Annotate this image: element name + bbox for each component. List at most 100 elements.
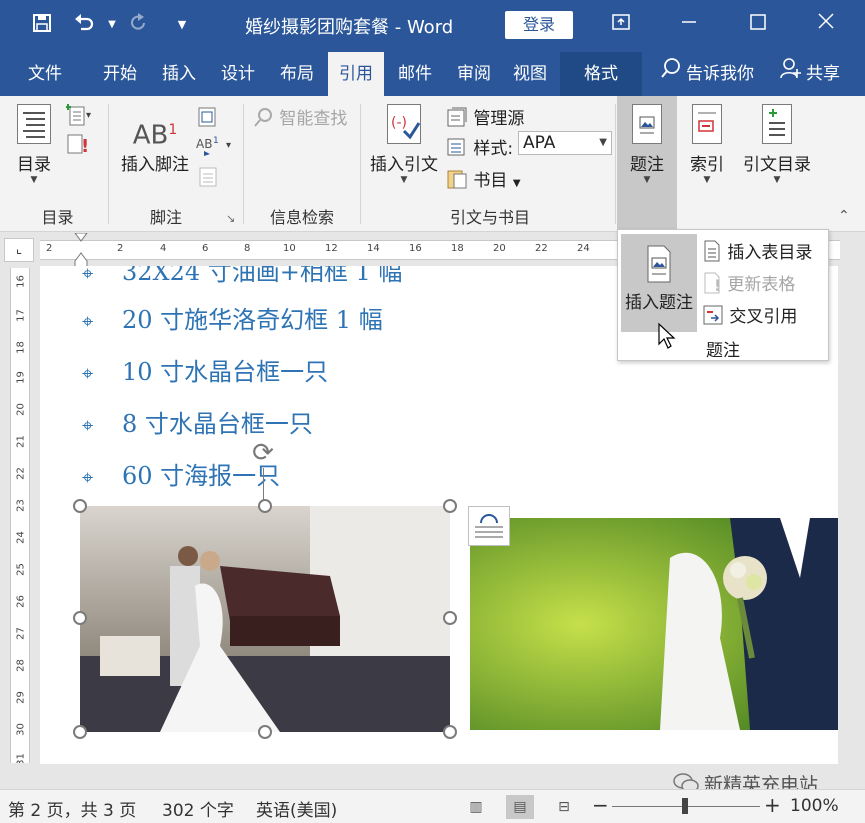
bullet-icon: ⌖ xyxy=(82,413,94,437)
insert-citation-label: 插入引文 xyxy=(370,155,438,175)
insert-table-of-figures-item[interactable]: 插入表目录 xyxy=(702,238,812,267)
save-icon[interactable] xyxy=(30,13,54,37)
tab-references[interactable]: 引用 xyxy=(328,52,384,96)
list-item-text: 20 寸施华洛奇幻框 1 幅 xyxy=(122,306,383,334)
tab-design[interactable]: 设计 xyxy=(210,52,266,96)
wedding-photo-indoor[interactable] xyxy=(80,506,450,732)
resize-handle[interactable] xyxy=(443,499,457,513)
ruler-tick: 28 xyxy=(15,659,27,672)
style-icon xyxy=(446,136,468,163)
list-item[interactable]: ⌖ 20 寸施华洛奇幻框 1 幅 xyxy=(82,300,383,335)
table-of-figures-icon xyxy=(702,240,722,267)
ribbon-display-options-icon[interactable] xyxy=(605,10,637,40)
insert-citation-icon: (-) xyxy=(387,104,421,144)
vertical-ruler[interactable]: 16 17 18 19 20 21 22 23 24 25 26 27 28 2… xyxy=(10,268,30,763)
style-label: 样式: xyxy=(473,139,514,159)
ruler-tick: 4 xyxy=(160,243,167,254)
captions-button[interactable]: 题注 ▼ xyxy=(617,96,677,232)
cross-reference-label: 交叉引用 xyxy=(729,307,798,327)
chevron-down-icon: ▼ xyxy=(643,175,651,185)
page-count[interactable]: 第 2 页，共 3 页 xyxy=(8,796,136,821)
zoom-slider-thumb[interactable] xyxy=(682,798,688,814)
web-layout-icon[interactable]: ⊟ xyxy=(550,795,578,819)
minimize-icon[interactable] xyxy=(673,10,705,40)
ruler-tick: 24 xyxy=(15,531,27,544)
list-item[interactable]: ⌖ 10 寸水晶台框一只 xyxy=(82,352,328,387)
share-button[interactable]: 共享 xyxy=(770,52,850,96)
customize-quick-access-icon[interactable]: ▼ xyxy=(170,13,194,37)
update-table-item: ! 更新表格 xyxy=(702,270,795,299)
tab-picture-format[interactable]: 格式 xyxy=(560,52,642,96)
bibliography-button[interactable]: 书目 ▼ xyxy=(446,166,521,195)
close-icon[interactable] xyxy=(810,10,842,40)
tab-review[interactable]: 审阅 xyxy=(446,52,502,96)
svg-text:▾: ▾ xyxy=(86,110,91,121)
collapse-ribbon-icon[interactable]: ⌃ xyxy=(838,208,850,224)
resize-handle[interactable] xyxy=(258,725,272,739)
ruler-tick: 18 xyxy=(15,341,27,354)
tab-selector-icon[interactable]: ⌞ xyxy=(4,238,34,262)
tab-home[interactable]: 开始 xyxy=(92,52,148,96)
manage-sources-icon xyxy=(446,106,468,133)
resize-handle[interactable] xyxy=(443,611,457,625)
insert-footnote-button[interactable]: AB1 插入脚注 xyxy=(116,110,194,175)
svg-text:▾: ▾ xyxy=(226,140,231,151)
insert-footnote-label: 插入脚注 xyxy=(121,155,189,175)
login-button[interactable]: 登录 xyxy=(505,11,573,39)
update-table-label: 更新表格 xyxy=(727,275,796,295)
resize-handle[interactable] xyxy=(73,611,87,625)
share-label: 共享 xyxy=(806,64,840,84)
undo-icon[interactable] xyxy=(72,13,96,37)
insert-caption-button[interactable]: 插入题注 xyxy=(621,234,697,349)
citation-style-select[interactable]: APA ▼ xyxy=(518,131,612,155)
table-of-authorities-button[interactable]: 引文目录 ▼ xyxy=(738,104,816,185)
resize-handle[interactable] xyxy=(443,725,457,739)
zoom-in-button[interactable]: + xyxy=(764,793,781,817)
indent-marker-icon[interactable] xyxy=(74,233,88,269)
insert-endnote-button[interactable] xyxy=(196,106,220,133)
citation-style-value: APA xyxy=(523,133,556,153)
resize-handle[interactable] xyxy=(73,725,87,739)
layout-options-icon[interactable] xyxy=(468,506,510,546)
maximize-icon[interactable] xyxy=(742,10,774,40)
resize-handle[interactable] xyxy=(73,499,87,513)
table-of-contents-button[interactable]: 目录 ▼ xyxy=(10,104,58,185)
read-mode-icon[interactable]: ▥ xyxy=(462,795,490,819)
next-footnote-button[interactable]: AB 1 ▾ xyxy=(196,134,236,161)
zoom-out-button[interactable]: − xyxy=(592,793,609,817)
tell-me-label: 告诉我你 xyxy=(686,64,754,84)
tab-view[interactable]: 视图 xyxy=(502,52,558,96)
tab-insert[interactable]: 插入 xyxy=(151,52,207,96)
index-icon xyxy=(692,104,722,144)
insert-citation-button[interactable]: (-) 插入引文 ▼ xyxy=(366,104,442,185)
list-item[interactable]: ⌖ 32X24 寸油画+相框 1 幅 xyxy=(82,266,402,287)
chevron-down-icon: ▼ xyxy=(512,178,521,189)
add-text-button[interactable]: ▾ xyxy=(65,104,92,131)
list-item[interactable]: ⌖ 8 寸水晶台框一只 xyxy=(82,404,313,439)
cross-reference-item[interactable]: 交叉引用 xyxy=(702,302,797,331)
list-item-text: 32X24 寸油画+相框 1 幅 xyxy=(122,266,403,286)
ruler-tick: 20 xyxy=(15,403,27,416)
chevron-down-icon: ▼ xyxy=(773,175,781,185)
language-status[interactable]: 英语(美国) xyxy=(256,796,337,821)
tab-layout[interactable]: 布局 xyxy=(269,52,325,96)
svg-text:!: ! xyxy=(81,136,89,156)
tab-file[interactable]: 文件 xyxy=(10,52,80,96)
update-table-toc-button[interactable]: ! xyxy=(66,132,92,161)
table-of-authorities-icon xyxy=(762,104,792,144)
dialog-launcher-icon[interactable]: ↘ xyxy=(226,212,235,225)
resize-handle[interactable] xyxy=(258,499,272,513)
index-button[interactable]: 索引 ▼ xyxy=(682,104,732,185)
smart-lookup-label: 智能查找 xyxy=(279,109,348,129)
ruler-tick: 6 xyxy=(202,243,209,254)
wedding-photo-outdoor[interactable] xyxy=(470,518,838,730)
ruler-tick: 10 xyxy=(283,243,296,254)
rotate-handle-icon[interactable]: ⟳ xyxy=(248,438,278,468)
tell-me-box[interactable]: 告诉我你 xyxy=(652,52,762,96)
manage-sources-button[interactable]: 管理源 xyxy=(446,104,524,133)
word-count[interactable]: 302 个字 xyxy=(162,796,234,821)
zoom-level[interactable]: 100% xyxy=(790,796,839,816)
print-layout-icon[interactable]: ▤ xyxy=(506,795,534,819)
undo-dropdown-chevron-icon[interactable]: ▼ xyxy=(100,13,124,37)
tab-mailings[interactable]: 邮件 xyxy=(387,52,443,96)
